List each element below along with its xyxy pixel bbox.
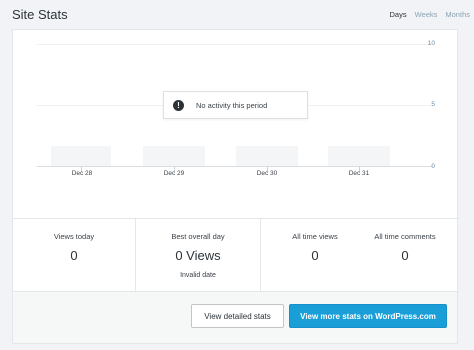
stats-summary: Views today 0 Best overall day 0 Views I…: [13, 218, 459, 292]
page-title: Site Stats: [12, 7, 68, 22]
stat-views-today: Views today 0: [13, 219, 135, 292]
stats-card: 10 5 0 Dec 28 Dec 29 Dec 30 Dec 31 ! No …: [12, 29, 459, 344]
stat-label: All time comments: [374, 232, 436, 241]
stat-value: 0: [401, 248, 409, 263]
y-tick-10: 10: [427, 40, 435, 47]
x-tick-dec-30: Dec 30: [256, 170, 278, 177]
bar-dec-29[interactable]: [143, 146, 205, 166]
divider: [260, 219, 261, 292]
period-tabs: Days Weeks Months: [390, 10, 471, 19]
views-chart: 10 5 0 Dec 28 Dec 29 Dec 30 Dec 31 ! No …: [13, 30, 459, 216]
bar-dec-30[interactable]: [236, 146, 298, 166]
stat-all-time-comments: All time comments 0: [361, 219, 449, 292]
stat-value: 0: [311, 248, 319, 263]
no-activity-notice: ! No activity this period: [163, 91, 308, 119]
tab-months[interactable]: Months: [445, 10, 470, 19]
stat-label: All time views: [292, 232, 338, 241]
stats-header: Site Stats Days Weeks Months: [0, 0, 474, 30]
stat-value: 0: [70, 248, 78, 263]
exclamation-circle-icon: !: [173, 99, 184, 111]
view-more-stats-button[interactable]: View more stats on WordPress.com: [289, 304, 447, 328]
y-tick-5: 5: [431, 101, 435, 108]
card-footer: View detailed stats View more stats on W…: [13, 292, 457, 343]
stat-label: Views today: [53, 232, 95, 241]
stat-label: Best overall day: [171, 232, 225, 241]
tab-weeks[interactable]: Weeks: [415, 10, 438, 19]
stat-best-day: Best overall day 0 Views Invalid date: [136, 219, 260, 292]
tab-days[interactable]: Days: [390, 10, 407, 19]
notice-text: No activity this period: [196, 100, 268, 110]
stat-sub: Invalid date: [180, 272, 216, 279]
y-tick-0: 0: [431, 163, 435, 170]
chart-baseline: [37, 166, 433, 167]
gridline-top: [37, 44, 433, 45]
stat-value: 0 Views: [175, 248, 221, 263]
stat-all-time-views: All time views 0: [269, 219, 361, 292]
x-tick-dec-31: Dec 31: [348, 170, 370, 177]
bar-dec-28[interactable]: [51, 146, 111, 166]
bar-dec-31[interactable]: [328, 146, 390, 166]
x-tick-dec-29: Dec 29: [163, 170, 185, 177]
x-tick-dec-28: Dec 28: [71, 170, 93, 177]
view-detailed-stats-button[interactable]: View detailed stats: [191, 304, 284, 328]
